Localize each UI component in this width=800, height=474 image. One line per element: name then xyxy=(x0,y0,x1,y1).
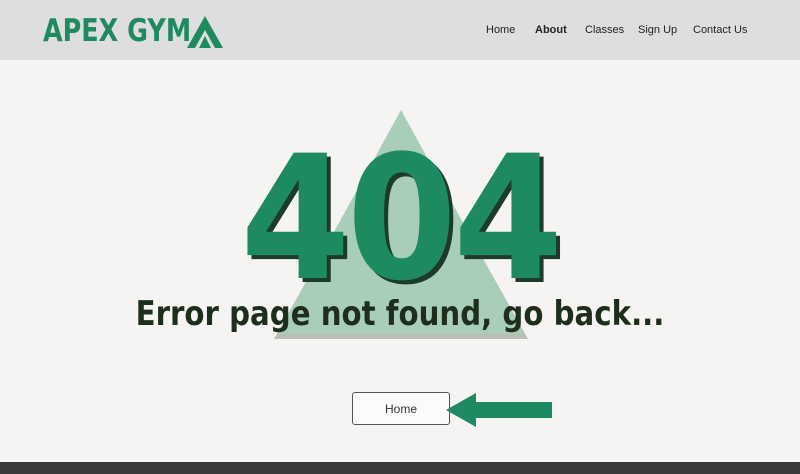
nav-item-contact-us[interactable]: Contact Us xyxy=(693,22,747,38)
brand-name: APEX GYM xyxy=(43,13,192,49)
nav-item-sign-up[interactable]: Sign Up xyxy=(638,22,677,38)
site-header: APEX GYM Home About Classes Sign Up Cont… xyxy=(0,0,800,60)
error-code: 404 xyxy=(240,119,559,319)
left-arrow-icon xyxy=(446,393,552,427)
home-button[interactable]: Home xyxy=(352,392,450,425)
nav-item-about[interactable]: About xyxy=(535,22,567,38)
error-graphic-svg: 404 404 xyxy=(240,110,567,339)
brand-logo[interactable]: APEX GYM xyxy=(43,12,224,50)
footer-bar xyxy=(0,462,800,474)
mountain-chevron-icon xyxy=(187,16,223,48)
error-message: Error page not found, go back... xyxy=(135,294,665,334)
nav-item-classes[interactable]: Classes xyxy=(585,22,624,38)
error-graphic: 404 404 xyxy=(0,60,800,400)
nav-item-home[interactable]: Home xyxy=(486,22,515,38)
